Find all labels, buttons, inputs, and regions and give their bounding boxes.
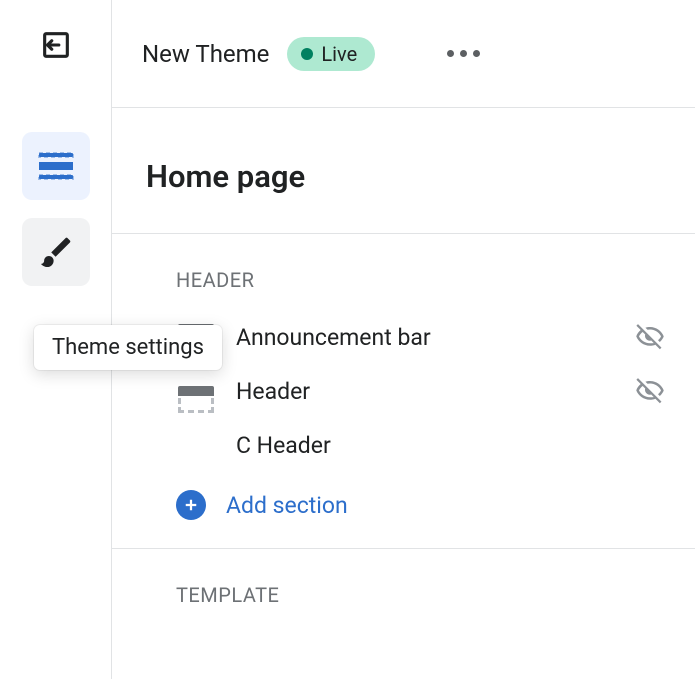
hidden-icon xyxy=(635,322,665,352)
back-button[interactable] xyxy=(37,26,75,64)
dots-icon xyxy=(447,50,454,57)
group-label-template: TEMPLATE xyxy=(112,549,695,625)
status-dot-icon xyxy=(301,48,313,60)
sections-icon xyxy=(36,150,76,182)
section-icon xyxy=(176,376,216,406)
status-text: Live xyxy=(321,42,357,66)
topbar: New Theme Live xyxy=(112,0,695,108)
plus-circle-icon xyxy=(176,490,206,520)
theme-settings-tooltip: Theme settings xyxy=(34,325,222,370)
section-label: C Header xyxy=(236,432,665,459)
section-label: Announcement bar xyxy=(236,324,615,351)
section-icon xyxy=(176,430,216,460)
group-label-header: HEADER xyxy=(112,234,695,310)
section-row-header[interactable]: Header xyxy=(112,364,695,418)
paintbrush-icon xyxy=(37,233,75,271)
more-actions-button[interactable] xyxy=(439,42,488,65)
section-row-c-header[interactable]: C Header xyxy=(112,418,695,472)
rail-sections[interactable] xyxy=(22,132,90,200)
content-area: Home page HEADER Announcement bar Header… xyxy=(112,108,695,679)
theme-name-label: New Theme xyxy=(142,40,269,68)
hidden-icon xyxy=(635,376,665,406)
rail-theme-settings[interactable] xyxy=(22,218,90,286)
left-rail: Theme settings xyxy=(0,0,112,679)
add-section-label: Add section xyxy=(226,492,348,519)
add-section-button[interactable]: Add section xyxy=(112,472,695,549)
page-title: Home page xyxy=(112,158,695,234)
exit-icon xyxy=(39,28,73,62)
section-label: Header xyxy=(236,378,615,405)
status-badge: Live xyxy=(287,37,375,71)
